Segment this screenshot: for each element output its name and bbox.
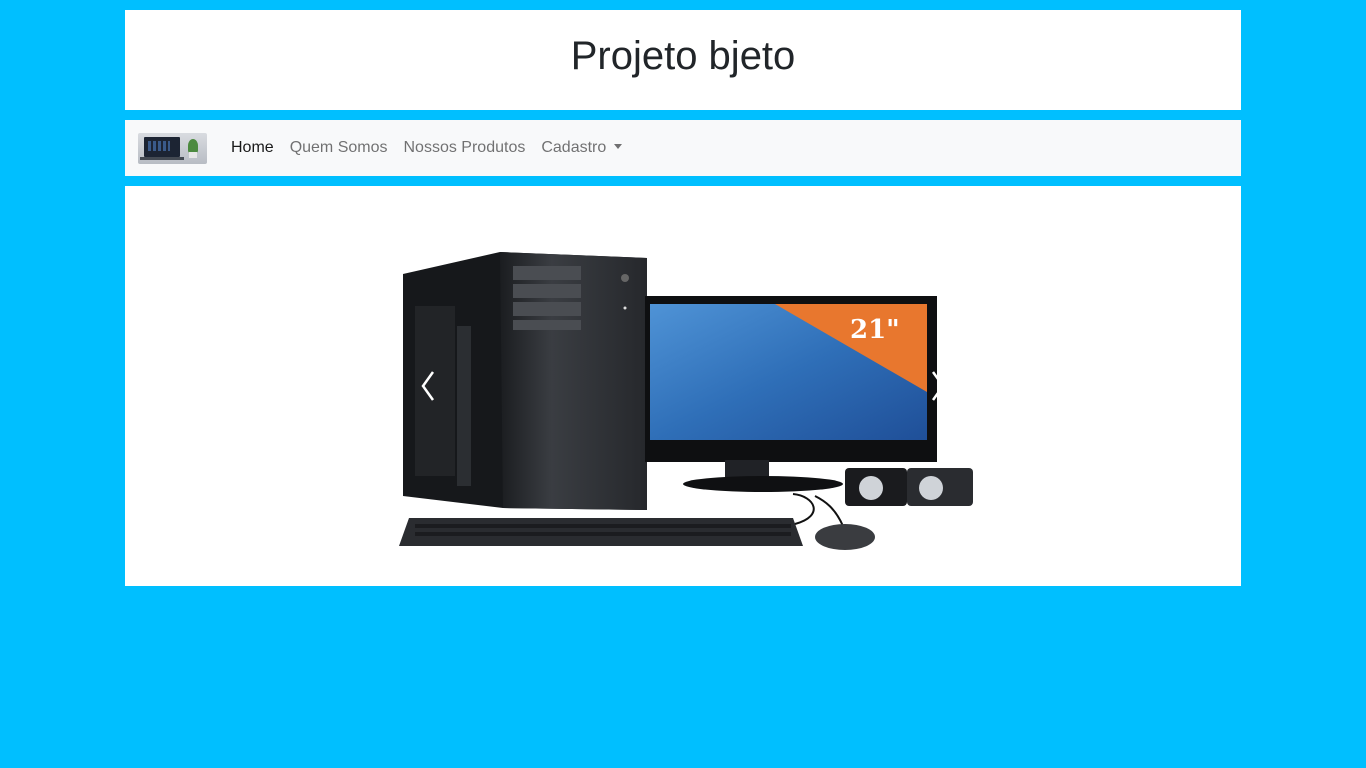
page-title: Projeto bjeto [570,34,796,78]
monitor-badge: 21" [850,315,900,345]
nav-links: Home Quem Somos Nossos Produtos Cadastro [231,139,638,157]
nav-item-cadastro-label: Cadastro [541,139,607,156]
nav-item-home[interactable]: Home [231,139,274,157]
desktop-computer-illustration: 21" [399,252,973,550]
nav-item-nossos-produtos[interactable]: Nossos Produtos [404,139,526,157]
product-carousel: 21" [125,186,1241,586]
nav-item-cadastro-dropdown[interactable]: Cadastro [541,139,623,157]
caret-down-icon [614,144,623,149]
carousel-next-button[interactable] [925,366,949,406]
nav-item-quem-somos[interactable]: Quem Somos [290,139,388,157]
carousel-prev-button[interactable] [417,366,441,406]
site-header: Projeto bjeto [125,10,1241,110]
chevron-left-icon [421,371,435,401]
navbar: Home Quem Somos Nossos Produtos Cadastro [125,120,1241,176]
chevron-right-icon [931,371,945,401]
laptop-logo-icon[interactable] [138,132,207,164]
